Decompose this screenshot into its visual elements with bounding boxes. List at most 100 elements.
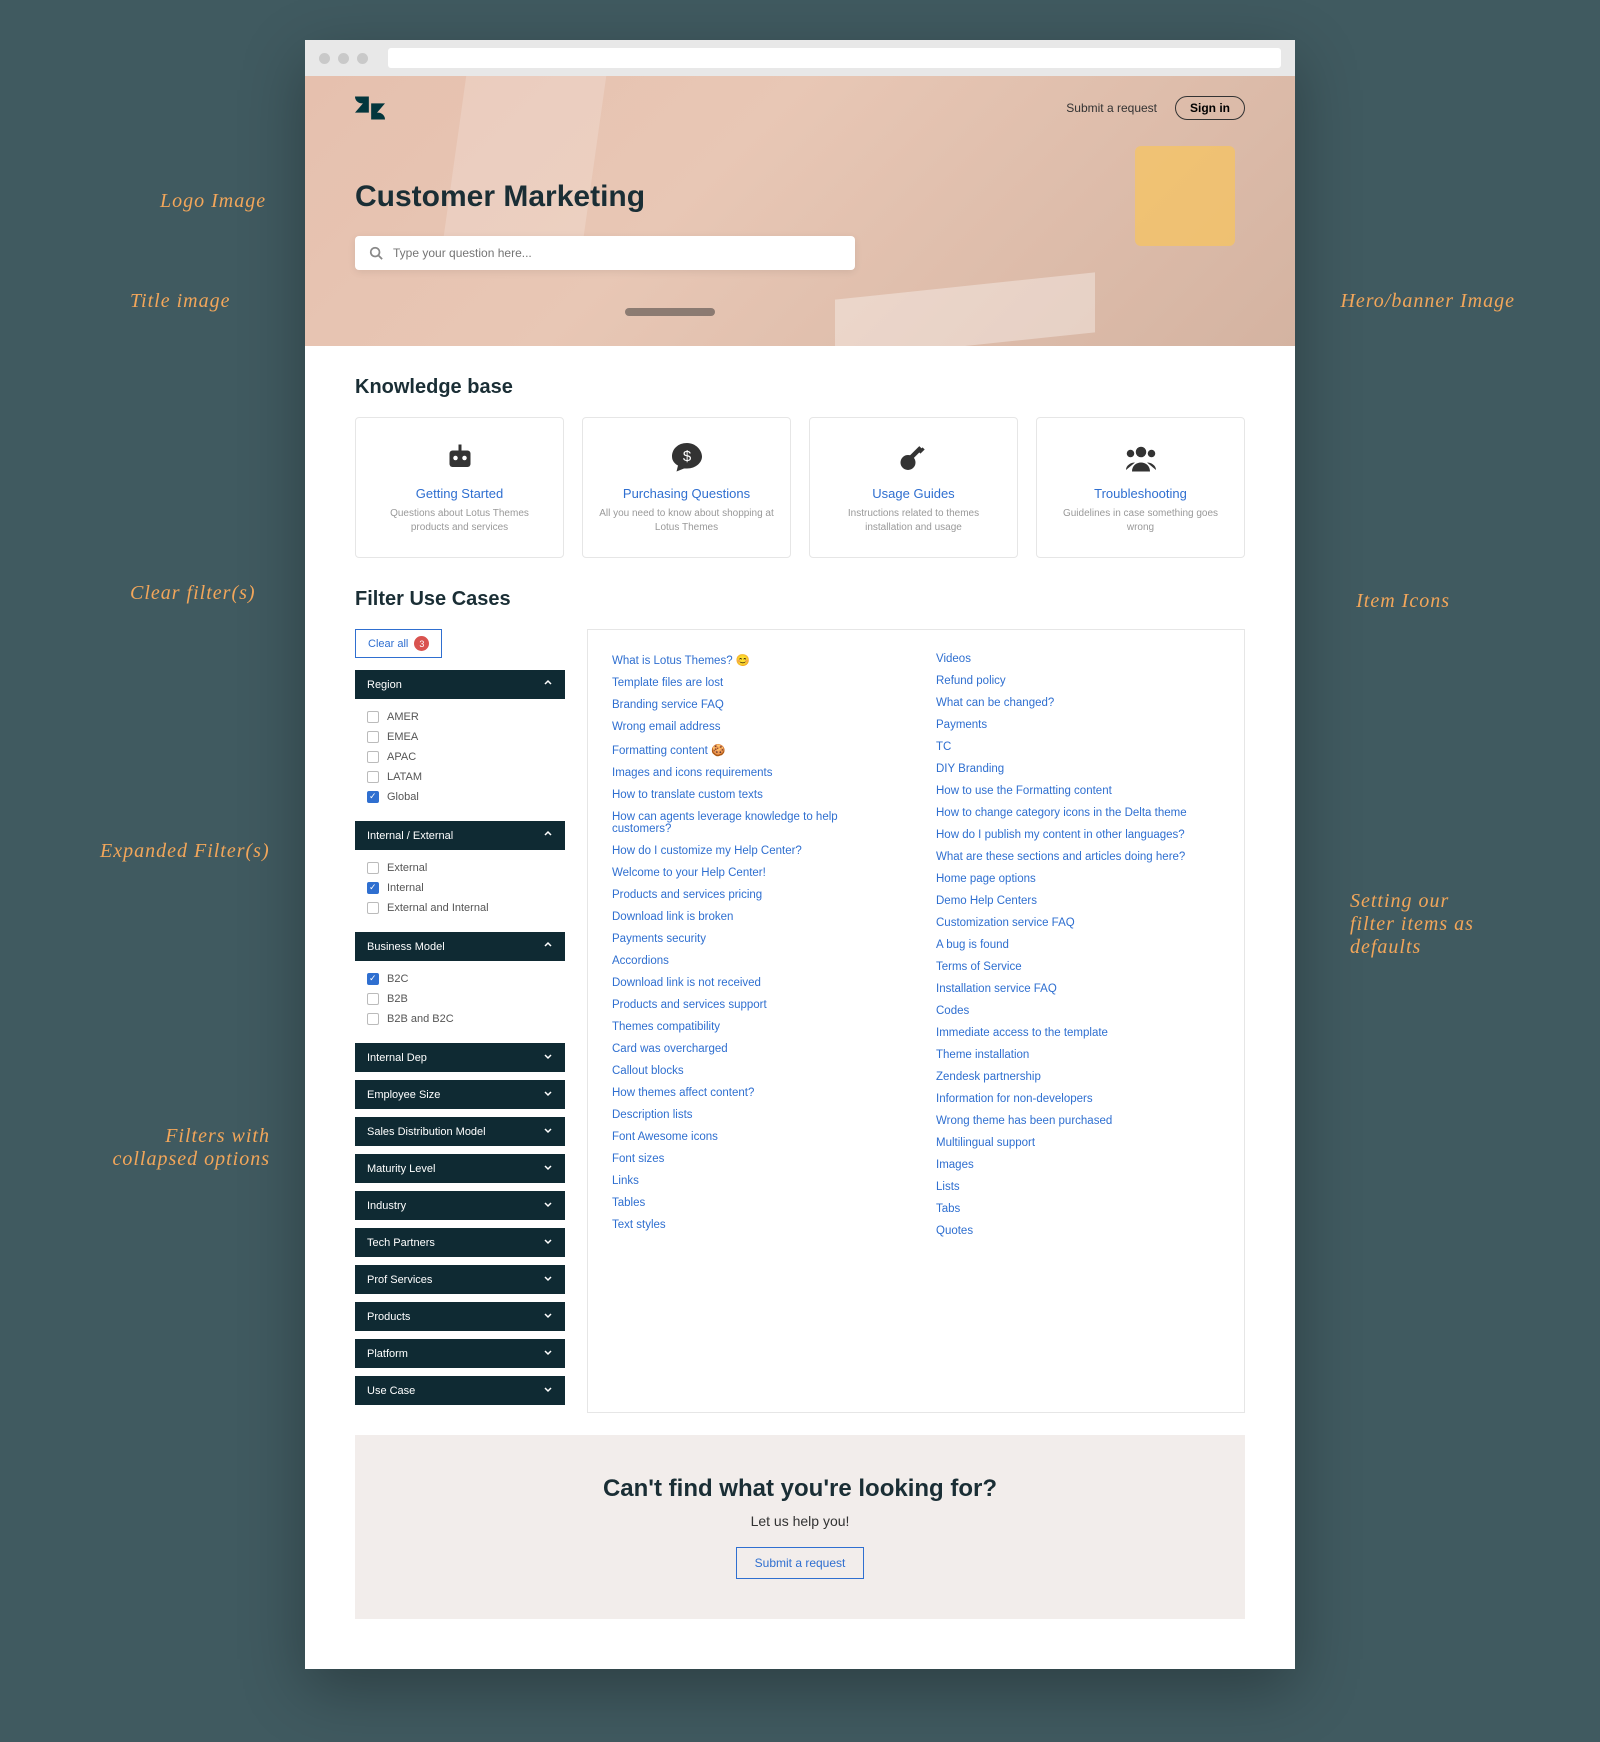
article-link[interactable]: Callout blocks [612, 1060, 896, 1082]
article-link[interactable]: Products and services support [612, 994, 896, 1016]
article-link[interactable]: Text styles [612, 1214, 896, 1236]
article-link[interactable]: Demo Help Centers [936, 890, 1220, 912]
article-link[interactable]: Products and services pricing [612, 884, 896, 906]
traffic-min[interactable] [338, 53, 349, 64]
callout-expanded: Expanded Filter(s) [100, 840, 270, 863]
article-link[interactable]: Refund policy [936, 670, 1220, 692]
article-link[interactable]: DIY Branding [936, 758, 1220, 780]
article-link[interactable]: Theme installation [936, 1044, 1220, 1066]
article-link[interactable]: TC [936, 736, 1220, 758]
filter-option[interactable]: APAC [359, 747, 561, 767]
filter-group-name: Platform [367, 1348, 408, 1360]
filter-group-header[interactable]: Region [355, 670, 565, 699]
kb-card[interactable]: $ Purchasing Questions All you need to k… [582, 417, 791, 558]
article-link[interactable]: Description lists [612, 1104, 896, 1126]
kb-card-desc: Questions about Lotus Themes products an… [372, 507, 547, 535]
article-link[interactable]: Videos [936, 648, 1220, 670]
clear-filters-button[interactable]: Clear all 3 [355, 629, 442, 658]
filter-option-label: AMER [387, 711, 419, 723]
kb-card[interactable]: Getting Started Questions about Lotus Th… [355, 417, 564, 558]
article-link[interactable]: How themes affect content? [612, 1082, 896, 1104]
article-link[interactable]: Card was overcharged [612, 1038, 896, 1060]
article-link[interactable]: Information for non-developers [936, 1088, 1220, 1110]
filter-option[interactable]: External [359, 858, 561, 878]
article-link[interactable]: Themes compatibility [612, 1016, 896, 1038]
filter-group-header[interactable]: Employee Size [355, 1080, 565, 1109]
filter-option[interactable]: B2C [359, 969, 561, 989]
article-link[interactable]: What can be changed? [936, 692, 1220, 714]
article-link[interactable]: Download link is not received [612, 972, 896, 994]
article-link[interactable]: How do I customize my Help Center? [612, 840, 896, 862]
article-link[interactable]: Immediate access to the template [936, 1022, 1220, 1044]
filter-group-header[interactable]: Use Case [355, 1376, 565, 1405]
filter-group-header[interactable]: Industry [355, 1191, 565, 1220]
search-bar[interactable] [355, 236, 855, 270]
article-link[interactable]: Zendesk partnership [936, 1066, 1220, 1088]
sign-in-button[interactable]: Sign in [1175, 96, 1245, 120]
traffic-close[interactable] [319, 53, 330, 64]
article-link[interactable]: Payments [936, 714, 1220, 736]
cta-submit-button[interactable]: Submit a request [736, 1547, 865, 1579]
search-input[interactable] [393, 246, 841, 260]
article-link[interactable]: Home page options [936, 868, 1220, 890]
article-link[interactable]: What is Lotus Themes? 😊 [612, 648, 896, 672]
article-link[interactable]: Customization service FAQ [936, 912, 1220, 934]
article-link[interactable]: Installation service FAQ [936, 978, 1220, 1000]
address-bar[interactable] [388, 48, 1281, 68]
article-link[interactable]: How can agents leverage knowledge to hel… [612, 806, 896, 840]
article-link[interactable]: Wrong theme has been purchased [936, 1110, 1220, 1132]
filter-group-header[interactable]: Maturity Level [355, 1154, 565, 1183]
article-link[interactable]: Welcome to your Help Center! [612, 862, 896, 884]
article-link[interactable]: Images [936, 1154, 1220, 1176]
filter-group-header[interactable]: Sales Distribution Model [355, 1117, 565, 1146]
article-link[interactable]: Branding service FAQ [612, 694, 896, 716]
filter-option[interactable]: B2B and B2C [359, 1009, 561, 1029]
article-link[interactable]: Download link is broken [612, 906, 896, 928]
article-link[interactable]: Payments security [612, 928, 896, 950]
article-link[interactable]: How to change category icons in the Delt… [936, 802, 1220, 824]
article-link[interactable]: Formatting content 🍪 [612, 738, 896, 762]
article-link[interactable]: Lists [936, 1176, 1220, 1198]
filter-option[interactable]: EMEA [359, 727, 561, 747]
chevron-down-icon [543, 1384, 553, 1397]
checkbox-icon [367, 751, 379, 763]
article-link[interactable]: Tables [612, 1192, 896, 1214]
article-link[interactable]: Multilingual support [936, 1132, 1220, 1154]
filter-group-header[interactable]: Business Model [355, 932, 565, 961]
article-link[interactable]: How do I publish my content in other lan… [936, 824, 1220, 846]
checkbox-icon [367, 1013, 379, 1025]
filter-group-header[interactable]: Internal / External [355, 821, 565, 850]
filter-option[interactable]: LATAM [359, 767, 561, 787]
filter-group-header[interactable]: Platform [355, 1339, 565, 1368]
filter-option[interactable]: Global [359, 787, 561, 807]
chevron-up-icon [543, 678, 553, 691]
filter-group-header[interactable]: Tech Partners [355, 1228, 565, 1257]
article-link[interactable]: Font sizes [612, 1148, 896, 1170]
article-link[interactable]: How to translate custom texts [612, 784, 896, 806]
article-link[interactable]: Links [612, 1170, 896, 1192]
article-link[interactable]: Images and icons requirements [612, 762, 896, 784]
filter-option[interactable]: AMER [359, 707, 561, 727]
article-link[interactable]: Tabs [936, 1198, 1220, 1220]
article-link[interactable]: A bug is found [936, 934, 1220, 956]
submit-request-link[interactable]: Submit a request [1066, 101, 1157, 115]
filter-option[interactable]: External and Internal [359, 898, 561, 918]
filter-option[interactable]: B2B [359, 989, 561, 1009]
filter-option[interactable]: Internal [359, 878, 561, 898]
article-link[interactable]: Wrong email address [612, 716, 896, 738]
zendesk-logo[interactable] [355, 96, 385, 120]
article-link[interactable]: Accordions [612, 950, 896, 972]
article-link[interactable]: Quotes [936, 1220, 1220, 1242]
article-link[interactable]: Terms of Service [936, 956, 1220, 978]
article-link[interactable]: Codes [936, 1000, 1220, 1022]
article-link[interactable]: How to use the Formatting content [936, 780, 1220, 802]
kb-card[interactable]: Usage Guides Instructions related to the… [809, 417, 1018, 558]
article-link[interactable]: Font Awesome icons [612, 1126, 896, 1148]
filter-group-header[interactable]: Internal Dep [355, 1043, 565, 1072]
filter-group-header[interactable]: Prof Services [355, 1265, 565, 1294]
filter-group-header[interactable]: Products [355, 1302, 565, 1331]
traffic-max[interactable] [357, 53, 368, 64]
article-link[interactable]: What are these sections and articles doi… [936, 846, 1220, 868]
article-link[interactable]: Template files are lost [612, 672, 896, 694]
kb-card[interactable]: Troubleshooting Guidelines in case somet… [1036, 417, 1245, 558]
